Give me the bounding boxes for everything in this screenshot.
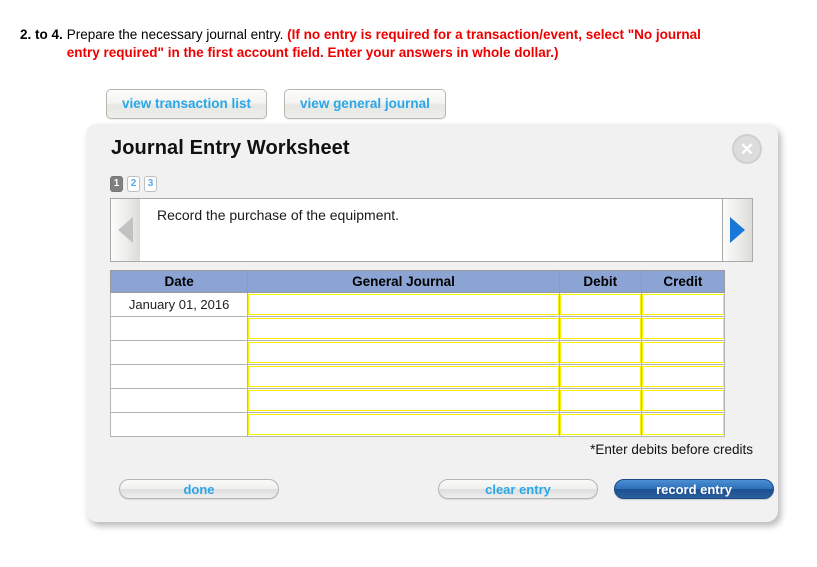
debit-input[interactable] bbox=[559, 318, 641, 339]
debit-cell[interactable] bbox=[558, 412, 642, 437]
column-header-date: Date bbox=[109, 270, 249, 293]
journal-entry-table: Date General Journal Debit Credit Januar… bbox=[109, 270, 726, 437]
credit-cell[interactable] bbox=[640, 412, 726, 437]
debit-input[interactable] bbox=[559, 414, 641, 435]
step-badge-1[interactable]: 1 bbox=[110, 176, 123, 192]
clear-entry-button[interactable]: clear entry bbox=[438, 479, 598, 499]
general-journal-cell[interactable] bbox=[247, 316, 560, 341]
date-cell bbox=[109, 316, 249, 341]
table-row bbox=[109, 412, 726, 437]
general-journal-input[interactable] bbox=[248, 366, 559, 387]
step-badge-3[interactable]: 3 bbox=[144, 176, 157, 192]
general-journal-input[interactable] bbox=[248, 318, 559, 339]
date-cell bbox=[109, 340, 249, 365]
table-row bbox=[109, 340, 726, 365]
date-cell bbox=[109, 412, 249, 437]
general-journal-input[interactable] bbox=[248, 414, 559, 435]
general-journal-input[interactable] bbox=[248, 294, 559, 315]
transaction-description-text: Record the purchase of the equipment. bbox=[140, 199, 723, 261]
chevron-left-icon bbox=[118, 217, 133, 243]
credit-cell[interactable] bbox=[640, 388, 726, 413]
general-journal-input[interactable] bbox=[248, 390, 559, 411]
view-transaction-list-button[interactable]: view transaction list bbox=[106, 89, 268, 119]
credit-input[interactable] bbox=[641, 366, 724, 387]
debit-cell[interactable] bbox=[558, 340, 642, 365]
debit-input[interactable] bbox=[559, 342, 641, 363]
table-header-row: Date General Journal Debit Credit bbox=[109, 270, 726, 293]
column-header-debit: Debit bbox=[558, 270, 642, 293]
step-badges: 1 2 3 bbox=[110, 176, 157, 192]
table-row bbox=[109, 364, 726, 389]
debit-cell[interactable] bbox=[558, 364, 642, 389]
general-journal-cell[interactable] bbox=[247, 292, 560, 317]
table-row bbox=[109, 388, 726, 413]
table-row: January 01, 2016 bbox=[109, 292, 726, 317]
transaction-description-strip: Record the purchase of the equipment. bbox=[110, 198, 753, 262]
question-text: Prepare the necessary journal entry. (If… bbox=[63, 26, 817, 62]
view-general-journal-button[interactable]: view general journal bbox=[284, 89, 446, 119]
debits-before-credits-note: *Enter debits before credits bbox=[590, 442, 753, 457]
credit-cell[interactable] bbox=[640, 340, 726, 365]
credit-input[interactable] bbox=[641, 318, 724, 339]
next-transaction-arrow[interactable] bbox=[722, 198, 753, 262]
debit-cell[interactable] bbox=[558, 292, 642, 317]
debit-input[interactable] bbox=[559, 294, 641, 315]
step-badge-2[interactable]: 2 bbox=[127, 176, 140, 192]
general-journal-cell[interactable] bbox=[247, 388, 560, 413]
date-cell bbox=[109, 364, 249, 389]
general-journal-cell[interactable] bbox=[247, 412, 560, 437]
debit-cell[interactable] bbox=[558, 388, 642, 413]
date-cell: January 01, 2016 bbox=[109, 292, 249, 317]
record-entry-button[interactable]: record entry bbox=[614, 479, 774, 499]
debit-cell[interactable] bbox=[558, 316, 642, 341]
credit-cell[interactable] bbox=[640, 316, 726, 341]
question-block: 2. to 4. Prepare the necessary journal e… bbox=[0, 26, 817, 62]
journal-entry-worksheet-panel: Journal Entry Worksheet ✕ 1 2 3 Record t… bbox=[86, 124, 778, 522]
date-cell bbox=[109, 388, 249, 413]
general-journal-cell[interactable] bbox=[247, 364, 560, 389]
table-row bbox=[109, 316, 726, 341]
credit-input[interactable] bbox=[641, 294, 724, 315]
chevron-right-icon bbox=[730, 217, 745, 243]
credit-input[interactable] bbox=[641, 390, 724, 411]
close-icon-glyph: ✕ bbox=[739, 139, 755, 159]
question-instruction: Prepare the necessary journal entry. bbox=[66, 27, 284, 42]
column-header-credit: Credit bbox=[640, 270, 726, 293]
view-buttons-bar: view transaction list view general journ… bbox=[106, 89, 446, 119]
general-journal-input[interactable] bbox=[248, 342, 559, 363]
credit-input[interactable] bbox=[641, 342, 724, 363]
panel-title: Journal Entry Worksheet bbox=[111, 137, 350, 159]
credit-cell[interactable] bbox=[640, 364, 726, 389]
credit-cell[interactable] bbox=[640, 292, 726, 317]
question-number: 2. to 4. bbox=[20, 27, 63, 42]
general-journal-cell[interactable] bbox=[247, 340, 560, 365]
close-icon[interactable]: ✕ bbox=[732, 134, 762, 164]
prev-transaction-arrow[interactable] bbox=[110, 198, 141, 262]
debit-input[interactable] bbox=[559, 390, 641, 411]
column-header-general-journal: General Journal bbox=[247, 270, 560, 293]
debit-input[interactable] bbox=[559, 366, 641, 387]
credit-input[interactable] bbox=[641, 414, 724, 435]
done-button[interactable]: done bbox=[119, 479, 279, 499]
